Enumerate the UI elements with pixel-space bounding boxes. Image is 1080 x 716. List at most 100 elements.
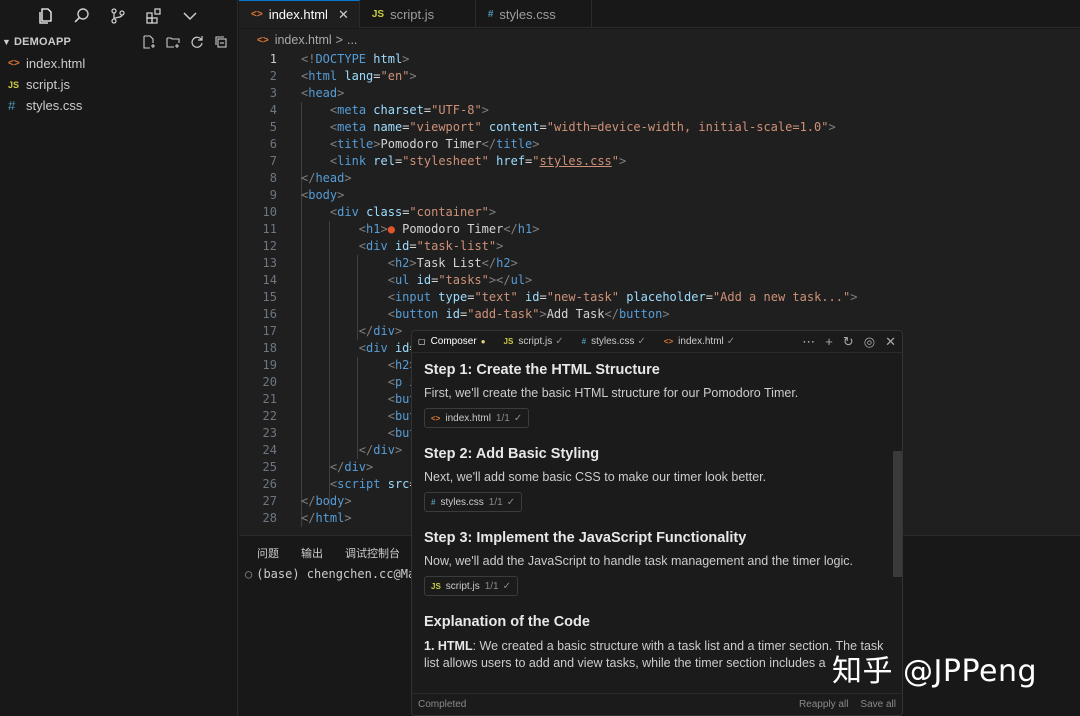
js-file-icon: JS [503, 337, 514, 346]
composer-footer: Completed Reapply all Save all [412, 693, 902, 715]
line-number: 12 [262, 239, 277, 253]
tab-styles-css[interactable]: # styles.css ✓ [582, 336, 646, 347]
tab-problems[interactable]: 问题 [257, 545, 279, 561]
css-file-icon: # [8, 98, 16, 113]
line-number: 1 [269, 52, 277, 66]
composer-header: ▢ Composer ● JS script.js ✓ # styles.css… [412, 331, 902, 353]
composer-panel: ▢ Composer ● JS script.js ✓ # styles.css… [411, 330, 903, 716]
settings-icon[interactable]: ◎ [864, 334, 875, 350]
step-title: Step 1: Create the HTML Structure [424, 362, 660, 378]
modified-dot-icon: ● [480, 337, 486, 346]
close-icon[interactable]: ✕ [885, 334, 896, 350]
chevron-down-icon[interactable] [180, 6, 200, 26]
tab-label: Composer [430, 336, 477, 347]
css-file-icon: # [431, 497, 436, 507]
step-block: Step 3: Implement the JavaScript Functio… [424, 530, 890, 596]
js-file-icon: JS [371, 8, 385, 20]
file-item-index-html[interactable]: <> index.html [0, 53, 237, 74]
new-folder-icon[interactable] [165, 34, 181, 50]
tab-styles-css[interactable]: # styles.css [476, 0, 592, 28]
step-description: First, we'll create the basic HTML struc… [424, 386, 799, 400]
file-name: script.js [26, 77, 71, 92]
chevron-down-icon[interactable]: ▼ [2, 37, 14, 47]
line-number: 2 [269, 69, 277, 83]
tab-composer[interactable]: ▢ Composer ● [418, 336, 486, 347]
new-file-icon[interactable] [141, 34, 157, 50]
check-icon: ✓ [513, 412, 523, 424]
terminal[interactable]: ○ (base) chengchen.cc@Mac [245, 567, 422, 581]
composer-body[interactable]: Step 1: Create the HTML Structure First,… [412, 354, 902, 693]
file-item-styles-css[interactable]: # styles.css [0, 95, 237, 116]
line-number: 22 [262, 409, 277, 423]
add-icon[interactable]: + [825, 334, 833, 350]
more-icon[interactable]: ⋯ [802, 334, 815, 350]
check-icon: ✓ [502, 580, 511, 592]
scrollbar-thumb[interactable] [893, 451, 902, 577]
html-file-icon: <> [431, 413, 441, 423]
css-file-icon: # [487, 8, 494, 20]
refresh-icon[interactable] [189, 34, 205, 50]
save-all-button[interactable]: Save all [860, 699, 896, 710]
extensions-icon[interactable] [144, 6, 164, 26]
line-number: 23 [262, 426, 277, 440]
history-icon[interactable]: ↻ [843, 334, 854, 350]
sidebar: ▼ DEMOAPP <> index.html JS script.js # s… [0, 0, 238, 716]
line-number: 3 [269, 86, 277, 100]
tab-output[interactable]: 输出 [301, 545, 323, 561]
line-number: 11 [262, 222, 277, 236]
step-description: Now, we'll add the JavaScript to handle … [424, 554, 854, 568]
watermark: 知乎 @JPPeng [832, 654, 1038, 689]
tab-script-js[interactable]: JS script.js [360, 0, 476, 28]
reapply-all-button[interactable]: Reapply all [799, 699, 848, 710]
tab-label: script.js [518, 336, 553, 347]
line-number: 9 [269, 188, 277, 202]
file-name: styles.css [26, 98, 83, 113]
html-file-icon: <> [251, 9, 263, 20]
explorer-header[interactable]: ▼ DEMOAPP [0, 31, 237, 53]
breadcrumb: <> index.html > ... [239, 29, 1080, 51]
close-icon[interactable]: ✕ [338, 7, 349, 23]
tab-label: styles.css [591, 336, 635, 347]
line-number: 4 [269, 103, 277, 117]
files-icon[interactable] [36, 6, 56, 26]
line-number: 26 [262, 477, 277, 491]
activity-bar [0, 0, 237, 28]
chip-count: 1/1 [488, 496, 503, 508]
tab-index-html[interactable]: <> index.html ✕ [239, 0, 360, 28]
line-number: 24 [262, 443, 277, 457]
file-chip[interactable]: # styles.css 1/1 ✓ [424, 492, 523, 512]
file-item-script-js[interactable]: JS script.js [0, 74, 237, 95]
tab-index-html[interactable]: <> index.html ✓ [664, 336, 735, 347]
explanation-body: : We created a basic structure with a ta… [424, 639, 884, 670]
tab-debug-console[interactable]: 调试控制台 [345, 545, 400, 561]
source-control-icon[interactable] [108, 6, 128, 26]
line-number: 16 [262, 307, 277, 321]
file-chip[interactable]: <> index.html 1/1 ✓ [424, 408, 530, 428]
step-block: Step 1: Create the HTML Structure First,… [424, 362, 890, 428]
search-icon[interactable] [72, 6, 92, 26]
line-number: 14 [262, 273, 277, 287]
line-number: 21 [262, 392, 277, 406]
explanation-text: 1. HTML: We created a basic structure wi… [424, 638, 890, 672]
file-chip[interactable]: JS script.js 1/1 ✓ [424, 576, 518, 596]
breadcrumb-file[interactable]: index.html [275, 33, 332, 47]
line-number: 19 [262, 358, 277, 372]
line-number: 15 [262, 290, 277, 304]
chip-file: styles.css [440, 496, 484, 508]
composer-actions: ⋯ + ↻ ◎ ✕ [802, 334, 902, 350]
tab-script-js[interactable]: JS script.js ✓ [504, 336, 564, 347]
html-file-icon: <> [663, 337, 674, 346]
editor-tabs: <> index.html ✕ JS script.js # styles.cs… [239, 0, 1080, 28]
tab-label: script.js [390, 6, 435, 22]
tab-label: index.html [268, 7, 328, 22]
collapse-all-icon[interactable] [213, 34, 229, 50]
breadcrumb-separator: > [335, 33, 343, 47]
check-icon: ✓ [637, 336, 646, 347]
line-number: 5 [269, 120, 277, 134]
breadcrumb-rest[interactable]: ... [347, 33, 357, 47]
html-file-icon: <> [8, 58, 20, 69]
step-title: Step 3: Implement the JavaScript Functio… [424, 530, 747, 546]
tab-label: styles.css [499, 6, 556, 22]
explanation-title: Explanation of the Code [424, 614, 590, 630]
line-number: 10 [262, 205, 277, 219]
